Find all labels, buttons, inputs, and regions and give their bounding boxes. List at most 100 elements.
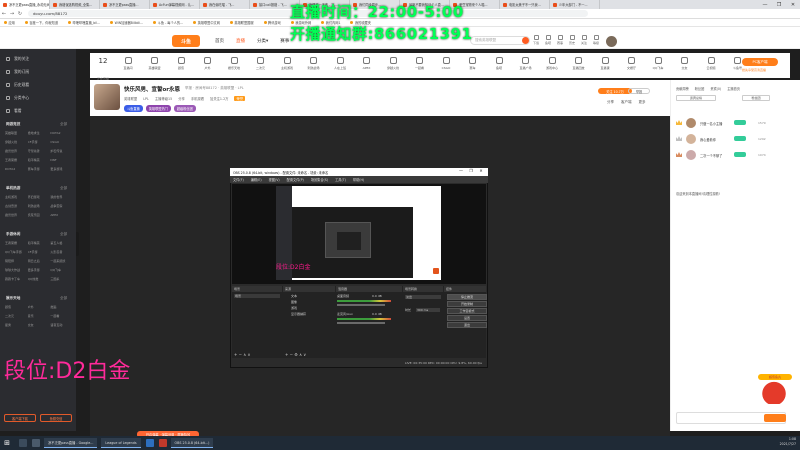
search-input[interactable]: 搜索英雄联盟 xyxy=(470,36,530,45)
sidebar-game[interactable]: QQ飞车 xyxy=(50,268,73,272)
obs-menu-item[interactable]: 编辑(E) xyxy=(251,177,262,182)
sidebar-game[interactable]: 更多游戏 xyxy=(50,167,73,171)
sidebar-game[interactable]: APEX xyxy=(50,213,73,217)
category-item[interactable]: 直播广场 xyxy=(514,57,538,70)
right-panel-tab[interactable]: 粉丝团 xyxy=(695,86,705,91)
category-item[interactable]: 鱼吧 xyxy=(487,57,511,70)
obs-mixer-slider[interactable] xyxy=(337,304,385,306)
sidebar-game[interactable]: 赛车手游 xyxy=(28,167,51,171)
obs-menu-item[interactable]: 视图(V) xyxy=(269,177,280,182)
obs-minimize-icon[interactable]: — xyxy=(456,168,466,173)
sidebar-item[interactable]: 我的订阅 xyxy=(0,66,76,78)
sidebar-game[interactable]: 刺激战场 xyxy=(28,204,51,208)
sidebar-game[interactable]: CF手游 xyxy=(28,250,51,254)
browser-tab[interactable]: 凉不乏更pass直播... xyxy=(100,0,150,9)
sidebar-game[interactable]: 一起看 xyxy=(50,314,73,318)
category-item[interactable]: CSGO xyxy=(434,57,458,70)
nav-直播[interactable]: 直播 xyxy=(236,38,245,44)
sidebar-game[interactable]: 星秀 xyxy=(5,323,28,327)
room-tag[interactable]: 超级粉丝团 xyxy=(173,105,196,112)
sidebar-game[interactable]: 二次元 xyxy=(5,314,28,318)
sidebar-button[interactable]: 鱼翅充值 xyxy=(40,414,72,422)
sidebar-game[interactable]: 饥荒乐园 xyxy=(28,213,51,217)
sidebar-game[interactable]: QQ炫舞 xyxy=(28,277,51,281)
sidebar-game[interactable]: 战争雷霆 xyxy=(50,204,73,208)
obs-menu-item[interactable]: 工具(T) xyxy=(335,177,346,182)
sidebar-game[interactable]: 语音互动 xyxy=(50,323,73,327)
browser-tab[interactable]: 少年大部门 - 不一... xyxy=(550,0,600,9)
category-item[interactable]: 人在上班 xyxy=(328,57,352,70)
sidebar-game[interactable]: 球球大作战 xyxy=(5,268,28,272)
category-item[interactable]: QQ飞车 xyxy=(646,57,670,70)
room-action[interactable]: 更多 xyxy=(639,100,646,105)
nav-首页[interactable]: 首页 xyxy=(215,38,224,44)
category-item[interactable]: 直播间 xyxy=(116,57,140,70)
minimize-button[interactable]: — xyxy=(758,0,772,9)
taskbar-app-chrome[interactable]: 凉不乏更pass直播 - Google... xyxy=(44,438,98,448)
browser-tab[interactable]: 我错误选购视频_全集... xyxy=(50,0,100,9)
obs-menu-item[interactable]: 场景集合(S) xyxy=(311,177,328,182)
sidebar-game[interactable]: 阴阳师 xyxy=(5,259,28,263)
category-item[interactable]: 刺激战场 xyxy=(302,57,326,70)
bookmark-item[interactable]: 英雄联盟国服 xyxy=(229,20,254,25)
sidebar-game[interactable]: 王者荣耀 xyxy=(5,241,28,245)
taskbar-app-obs[interactable]: OBS 25.0.8 (64-bit...) xyxy=(170,438,214,448)
close-button[interactable]: ✕ xyxy=(786,0,800,9)
sidebar-game[interactable]: 绝地求生 xyxy=(28,131,51,135)
room-action[interactable]: 分享 xyxy=(607,100,614,105)
obs-source-item[interactable]: 文本 xyxy=(291,294,297,298)
right-panel-tab[interactable]: 贵宾(0) xyxy=(710,86,721,91)
obs-maximize-icon[interactable]: ❐ xyxy=(466,168,476,173)
windows-start-icon[interactable]: ⊞ xyxy=(0,436,14,450)
obs-source-item[interactable]: 游戏 xyxy=(291,306,297,310)
obs-duration-input[interactable]: 300 ms xyxy=(416,308,440,312)
back-icon[interactable]: ← xyxy=(0,11,8,17)
sidebar-game[interactable]: DOTA2 xyxy=(50,131,73,135)
sidebar-game[interactable]: 户外 xyxy=(28,305,51,309)
category-item[interactable]: 直播回放 xyxy=(567,57,591,70)
sidebar-game[interactable]: 音乐 xyxy=(28,314,51,318)
sidebar-game[interactable]: 守望先锋 xyxy=(28,149,51,153)
category-item[interactable]: 英雄联盟 xyxy=(143,57,167,70)
obs-control-button[interactable]: 工作室模式 xyxy=(447,308,487,314)
category-item[interactable]: 户外 xyxy=(196,57,220,70)
sidebar-game[interactable]: 舞蹈 xyxy=(50,305,73,309)
fan-club-button[interactable]: 粉丝团 xyxy=(742,95,770,101)
report-button[interactable]: 举报 xyxy=(628,88,650,94)
obs-control-button[interactable]: 退出 xyxy=(447,322,487,328)
user-avatar[interactable] xyxy=(606,36,617,47)
chat-send-button[interactable] xyxy=(764,414,786,422)
sidebar-button[interactable]: 客户端下载 xyxy=(4,414,36,422)
sidebar-game[interactable]: 炉石传说 xyxy=(50,149,73,153)
forward-icon[interactable]: → xyxy=(8,11,16,17)
obs-scene-item[interactable]: 场景 xyxy=(234,294,280,298)
sidebar-game[interactable]: 和平精英 xyxy=(28,241,51,245)
category-item[interactable]: 云视频 xyxy=(699,57,723,70)
app-icon[interactable] xyxy=(158,439,167,447)
browser-tab[interactable]: 我在偷吃喵 - 飞... xyxy=(200,0,250,9)
sidebar-game[interactable]: 怀旧游戏 xyxy=(28,195,51,199)
douyu-logo[interactable]: 斗鱼 xyxy=(172,35,200,47)
category-item[interactable]: APEX xyxy=(355,57,379,70)
category-item[interactable]: 游戏中心 xyxy=(540,57,564,70)
category-item[interactable]: 直播课 xyxy=(593,57,617,70)
search-icon[interactable] xyxy=(19,439,27,447)
obs-control-button[interactable]: 开始录制 xyxy=(447,301,487,307)
sidebar-collapse-handle[interactable] xyxy=(76,232,79,256)
obs-panel-toolbar[interactable]: + − ⚙ ∧ ∨ xyxy=(285,352,306,357)
sidebar-section-more[interactable]: 全部 xyxy=(60,232,67,237)
sidebar-game[interactable]: 王者荣耀 xyxy=(5,158,28,162)
sidebar-game[interactable]: 交友 xyxy=(28,323,51,327)
sidebar-game[interactable]: 穿越火线 xyxy=(5,140,28,144)
obs-control-button[interactable]: 设置 xyxy=(447,315,487,321)
user-action-历史[interactable]: 历史 xyxy=(566,35,578,45)
obs-source-item[interactable]: 显示器捕获 xyxy=(291,312,306,316)
vip-rank-button[interactable]: 贵宾总榜 xyxy=(676,95,716,101)
right-panel-tab[interactable]: 贡献周榜 xyxy=(676,86,689,91)
follow-room-button[interactable]: 关注 10.7万 xyxy=(598,88,632,94)
sidebar-game[interactable]: 英雄联盟 xyxy=(5,131,28,135)
nav-分类▾[interactable]: 分类▾ xyxy=(257,38,268,44)
category-item[interactable]: 交友 xyxy=(673,57,697,70)
obs-menu-item[interactable]: 文件(F) xyxy=(233,177,244,182)
sidebar-game[interactable]: 魔兽世界 xyxy=(5,149,28,153)
